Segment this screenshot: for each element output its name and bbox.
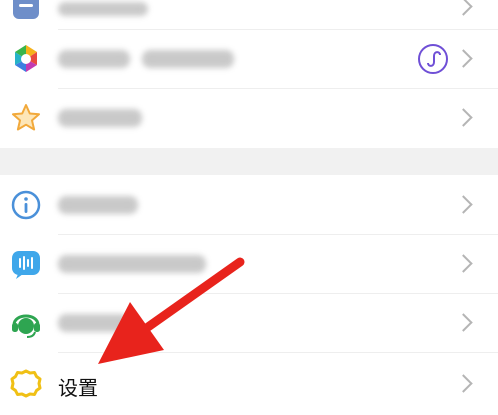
chevron-right-icon <box>454 49 473 68</box>
menu-row-1[interactable] <box>0 0 498 29</box>
me-menu-screen: 设置 <box>0 0 498 415</box>
blurred-row-label <box>58 2 148 16</box>
blurred-row-label <box>58 196 138 214</box>
menu-row-5[interactable] <box>0 235 498 293</box>
settings-label: 设置 <box>58 376 98 400</box>
blurred-row-label <box>142 50 234 68</box>
chevron-right-icon <box>454 313 473 332</box>
chevron-right-icon <box>454 254 473 273</box>
customer-service-icon <box>10 307 42 339</box>
menu-row-6[interactable] <box>0 294 498 352</box>
menu-item-settings[interactable]: 设置 <box>0 353 498 415</box>
blurred-row-label <box>58 314 130 332</box>
chevron-right-icon <box>454 195 473 214</box>
menu-row-3[interactable] <box>0 89 498 147</box>
menu-row-4[interactable] <box>0 176 498 234</box>
blurred-row-label <box>58 109 142 127</box>
chevron-right-icon <box>454 374 473 393</box>
menu-row-2[interactable] <box>0 30 498 88</box>
gear-icon <box>10 368 42 400</box>
chevron-right-icon <box>454 0 473 16</box>
photo-album-icon <box>10 43 42 75</box>
blurred-row-label <box>58 255 206 273</box>
section-gap <box>0 148 498 175</box>
chevron-right-icon <box>454 108 473 127</box>
blurred-row-label <box>58 50 130 68</box>
mini-program-icon <box>417 43 449 75</box>
list-icon <box>10 0 42 22</box>
info-icon <box>10 189 42 221</box>
star-icon <box>10 102 42 134</box>
chat-bubble-icon <box>10 248 42 280</box>
